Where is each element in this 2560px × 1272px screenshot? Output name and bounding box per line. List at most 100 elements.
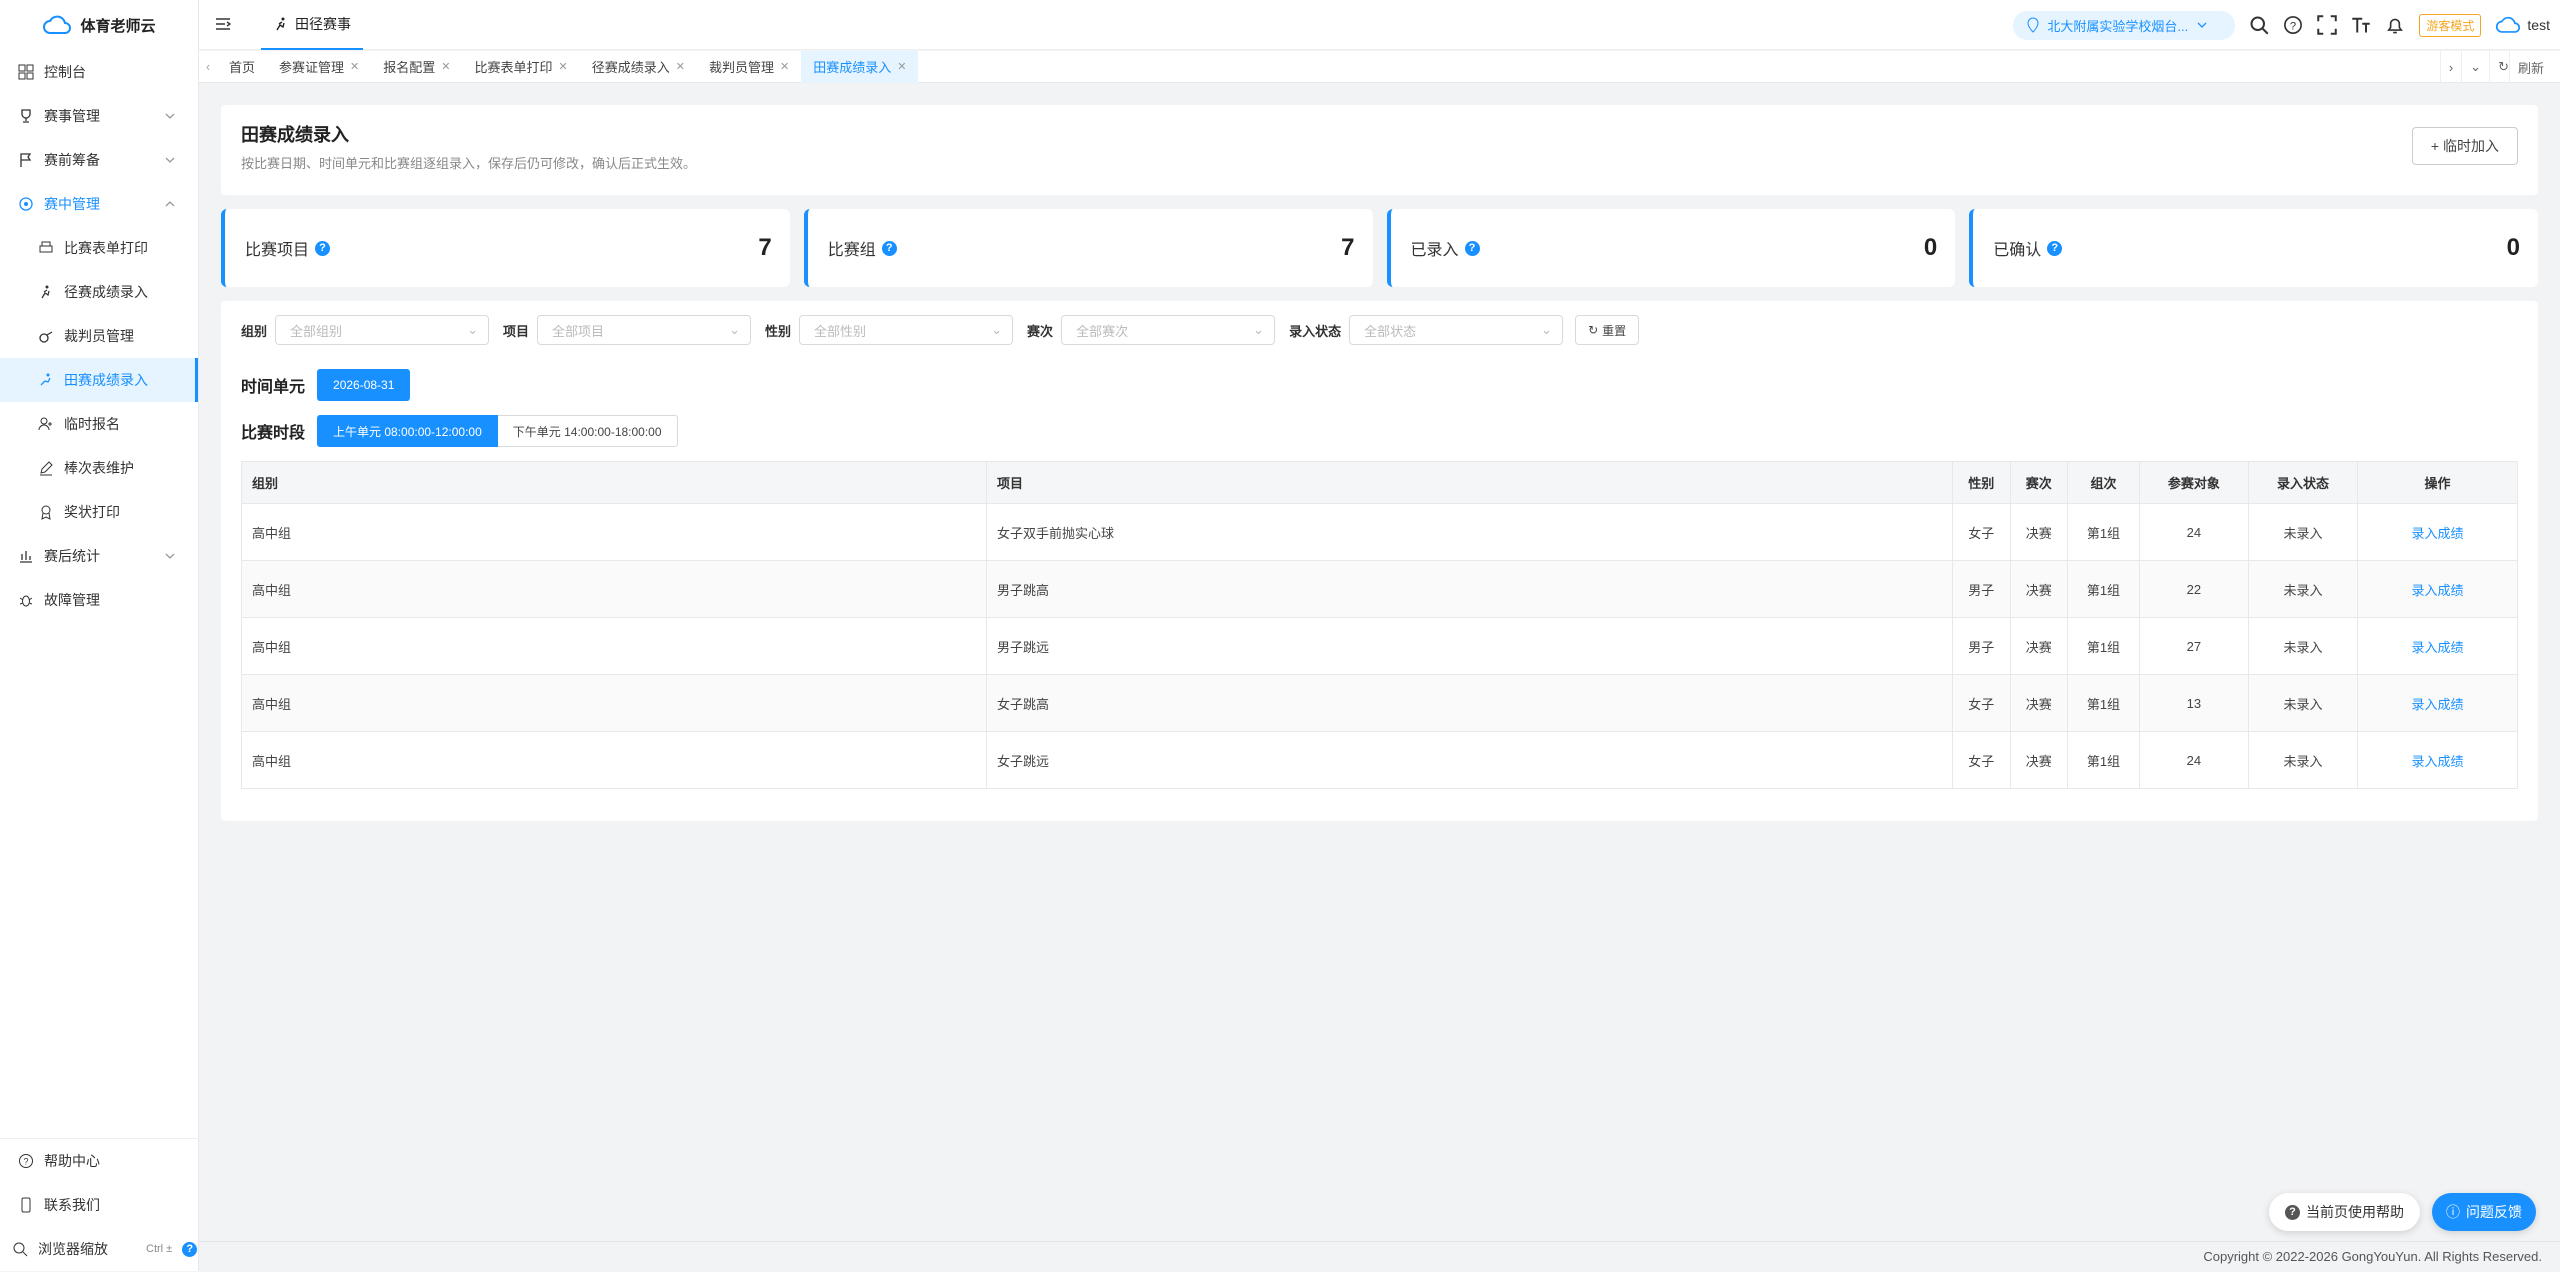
cell-gender: 男子: [1952, 560, 2011, 618]
user-menu[interactable]: test: [2495, 16, 2550, 34]
enter-results-link[interactable]: 录入成绩: [2411, 754, 2463, 769]
sidebar-subitem-temp-signup[interactable]: 临时报名: [0, 402, 198, 446]
group-select[interactable]: 全部组别 ⌄: [275, 315, 490, 345]
cell-heat: 第1组: [2067, 560, 2140, 618]
trophy-icon: [21, 109, 31, 123]
sidebar-subitem-relay-order[interactable]: 棒次表维护: [0, 446, 198, 490]
event-select[interactable]: 全部项目 ⌄: [537, 315, 752, 345]
question-icon[interactable]: ?: [182, 1241, 198, 1257]
tabs-dropdown-icon[interactable]: ⌄: [2461, 51, 2489, 83]
select-placeholder: 全部组别: [290, 323, 343, 339]
close-icon[interactable]: ✕: [559, 60, 568, 73]
fullscreen-icon[interactable]: [2317, 15, 2338, 35]
top-bar: 田径赛事 北大附属实验学校烟台... ? 游客模式 test: [199, 0, 2560, 50]
close-icon[interactable]: ✕: [441, 60, 450, 73]
sidebar-item-dashboard[interactable]: 控制台: [0, 50, 198, 94]
tabs-scroll-left-icon[interactable]: ‹: [199, 59, 217, 74]
tabs-scroll-right-icon[interactable]: ›: [2439, 51, 2461, 83]
sidebar-item-post-stats[interactable]: 赛后统计: [0, 534, 198, 578]
enter-results-link[interactable]: 录入成绩: [2411, 697, 2463, 712]
time-unit-label: 时间单元: [241, 379, 306, 396]
period-morning-button[interactable]: 上午单元 08:00:00-12:00:00: [317, 415, 498, 447]
sidebar-subitem-field-results[interactable]: 田赛成绩录入: [0, 358, 198, 402]
sidebar-item-pre-prep[interactable]: 赛前筹备: [0, 138, 198, 182]
location-icon: [2027, 17, 2039, 33]
sidebar-browser-zoom[interactable]: 浏览器缩放 Ctrl ± ?: [0, 1227, 199, 1271]
status-select[interactable]: 全部状态 ⌄: [1349, 315, 1564, 345]
time-unit-row: 时间单元 2026-08-31: [241, 369, 2518, 401]
module-tab[interactable]: 田径赛事: [261, 0, 363, 50]
enter-results-link[interactable]: 录入成绩: [2411, 640, 2463, 655]
sidebar-subitem-referee[interactable]: 裁判员管理: [0, 314, 198, 358]
cell-group: 高中组: [241, 503, 987, 561]
close-icon[interactable]: ✕: [350, 60, 359, 73]
tab-badge-mgmt[interactable]: 参赛证管理 ✕: [267, 51, 371, 83]
question-icon[interactable]: ?: [315, 240, 331, 256]
stat-value: 0: [2506, 234, 2520, 261]
column-header: 录入状态: [2247, 461, 2359, 504]
reset-button[interactable]: ↻ 重置: [1575, 315, 1640, 345]
menu-toggle-icon[interactable]: [215, 16, 231, 32]
results-panel: 组别 全部组别 ⌄ 项目 全部项目 ⌄ 性别 全部性别 ⌄ 赛次 全部赛次 ⌄ 录入状态…: [221, 301, 2538, 821]
page-title: 田赛成绩录入: [241, 125, 349, 145]
sidebar-item-label: 赛事管理: [44, 108, 100, 124]
search-icon[interactable]: [2249, 15, 2269, 35]
school-select[interactable]: 北大附属实验学校烟台...: [2013, 10, 2236, 40]
sidebar-item-event-mgmt[interactable]: 赛事管理: [0, 94, 198, 138]
column-header: 组次: [2067, 461, 2140, 504]
sidebar-contact-us[interactable]: 联系我们: [0, 1183, 199, 1227]
sidebar-subitem-label: 田赛成绩录入: [64, 372, 148, 388]
tab-track-results[interactable]: 径赛成绩录入 ✕: [580, 51, 697, 83]
page-help-button[interactable]: ? 当前页使用帮助: [2269, 1193, 2420, 1231]
bug-icon: [19, 595, 33, 607]
temp-add-button[interactable]: + 临时加入: [2411, 127, 2518, 165]
close-icon[interactable]: ✕: [676, 60, 685, 73]
close-icon[interactable]: ✕: [780, 60, 789, 73]
bell-icon[interactable]: [2385, 15, 2405, 35]
tab-home[interactable]: 首页: [217, 51, 267, 83]
help-icon[interactable]: ?: [2283, 15, 2303, 35]
tab-referee[interactable]: 裁判员管理 ✕: [697, 51, 801, 83]
font-size-icon[interactable]: [2351, 15, 2371, 35]
stat-label: 比赛组: [827, 242, 876, 259]
app-logo[interactable]: 体育老师云: [0, 0, 198, 50]
table-row: 高中组 女子跳远 女子 决赛 第1组 24 未录入 录入成绩: [241, 731, 2518, 789]
cell-status: 未录入: [2247, 503, 2359, 561]
help-circle-icon: ?: [19, 1154, 33, 1168]
page-subtitle: 按比赛日期、时间单元和比赛组逐组录入，保存后仍可修改，确认后正式生效。: [241, 156, 697, 171]
stat-card: 比赛项目? 7: [221, 209, 790, 287]
gender-select[interactable]: 全部性别 ⌄: [799, 315, 1014, 345]
tab-label: 径赛成绩录入: [591, 60, 670, 75]
tab-form-print[interactable]: 比赛表单打印 ✕: [462, 51, 579, 83]
tab-signup-config[interactable]: 报名配置 ✕: [371, 51, 462, 83]
cell-round: 决赛: [2009, 674, 2069, 732]
date-button[interactable]: 2026-08-31: [317, 369, 411, 401]
cell-gender: 女子: [1952, 503, 2011, 561]
print-icon: [39, 241, 53, 253]
svg-text:?: ?: [2290, 20, 2296, 32]
round-select[interactable]: 全部赛次 ⌄: [1061, 315, 1276, 345]
sidebar-subitem-certificate[interactable]: 奖状打印: [0, 490, 198, 534]
cell-group: 高中组: [241, 731, 987, 789]
feedback-button[interactable]: ⓘ 问题反馈: [2432, 1193, 2536, 1231]
select-placeholder: 全部状态: [1364, 323, 1417, 339]
table-row: 高中组 男子跳高 男子 决赛 第1组 22 未录入 录入成绩: [241, 560, 2518, 618]
refresh-button[interactable]: ↻ 刷新: [2489, 51, 2560, 83]
sidebar-subitem-track-results[interactable]: 径赛成绩录入: [0, 270, 198, 314]
sidebar-help-center[interactable]: ? 帮助中心: [0, 1139, 199, 1183]
question-icon[interactable]: ?: [1464, 240, 1480, 256]
question-icon[interactable]: ?: [881, 240, 897, 256]
question-icon[interactable]: ?: [2047, 240, 2063, 256]
period-afternoon-button[interactable]: 下午单元 14:00:00-18:00:00: [497, 415, 678, 447]
cell-gender: 女子: [1952, 731, 2011, 789]
enter-results-link[interactable]: 录入成绩: [2411, 583, 2463, 598]
stat-label: 已确认: [1993, 242, 2042, 259]
sidebar-item-in-game[interactable]: 赛中管理: [0, 182, 198, 226]
filter-label: 赛次: [1027, 323, 1054, 339]
page-tabs: ‹ 首页 参赛证管理 ✕ 报名配置 ✕ 比赛表单打印 ✕ 径赛成绩录入 ✕ 裁判员管理 ✕…: [199, 50, 2560, 83]
enter-results-link[interactable]: 录入成绩: [2411, 526, 2463, 541]
sidebar-subitem-form-print[interactable]: 比赛表单打印: [0, 226, 198, 270]
sidebar-item-fault-mgmt[interactable]: 故障管理: [0, 578, 198, 622]
tab-field-results[interactable]: 田赛成绩录入 ✕: [801, 50, 919, 83]
close-icon[interactable]: ✕: [897, 60, 906, 73]
